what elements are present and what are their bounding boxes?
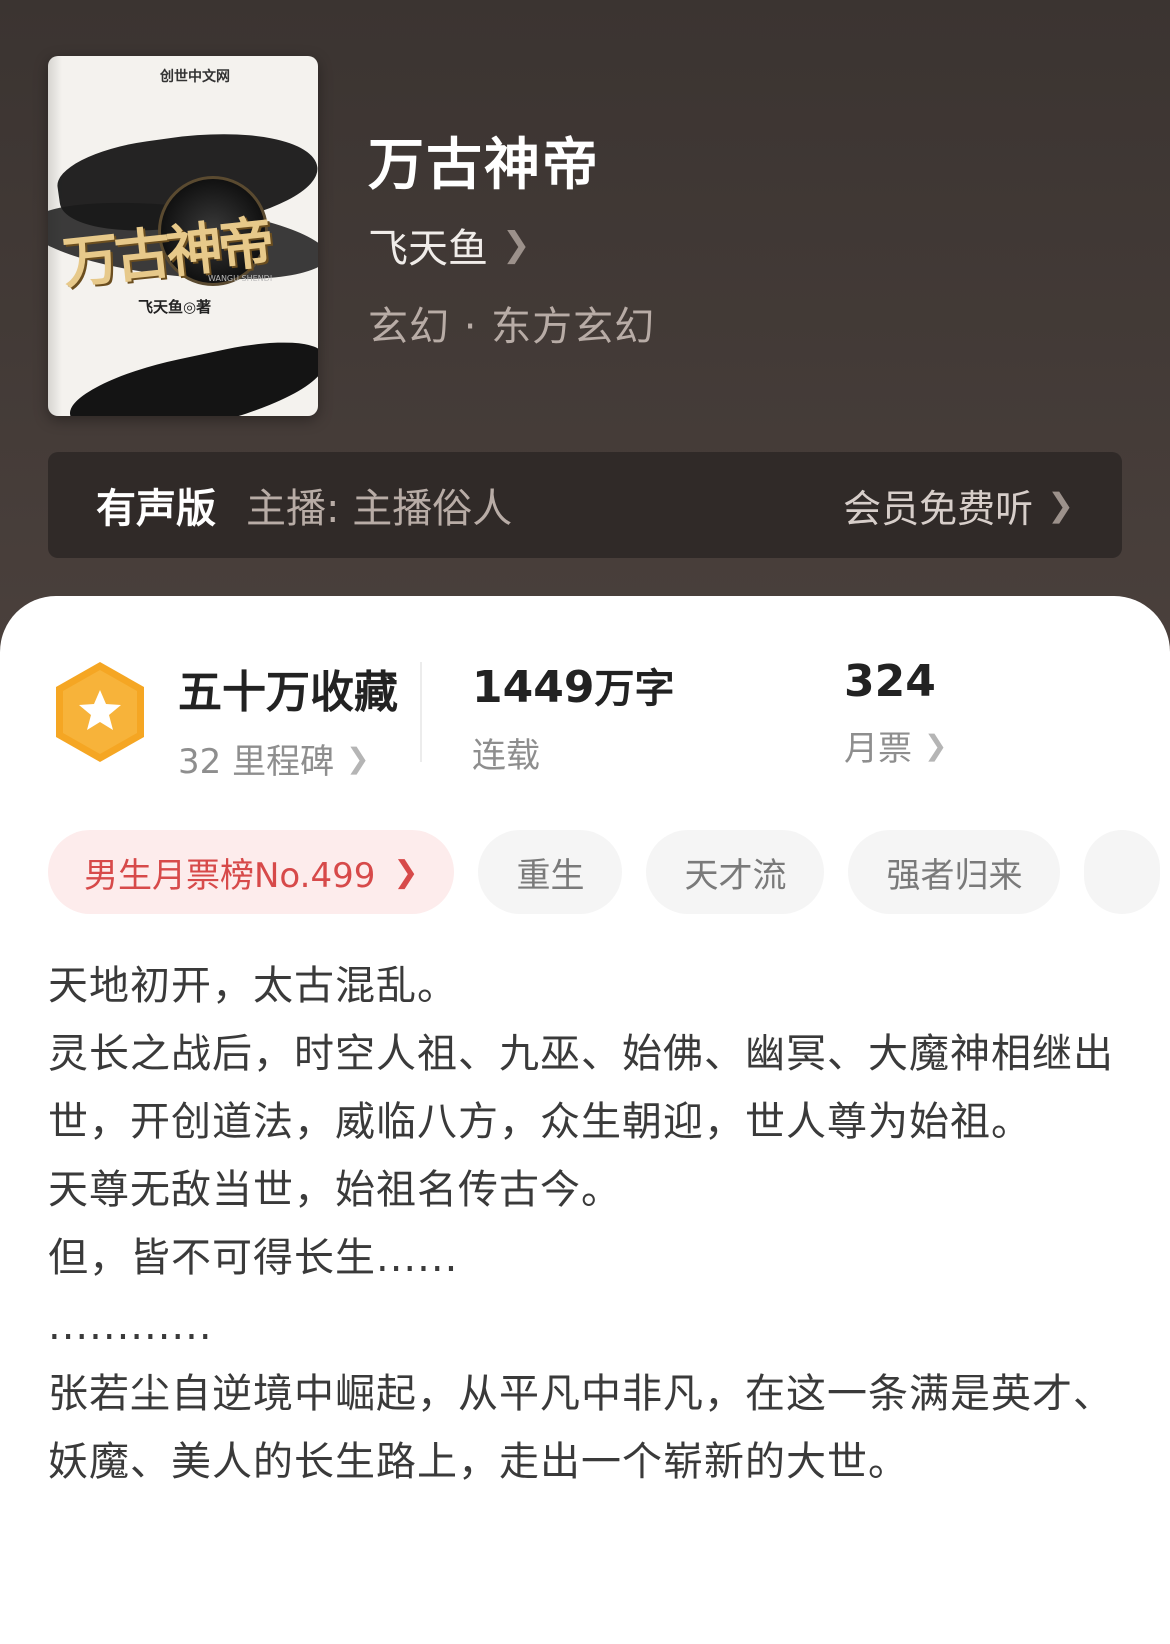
milestone-label: 32 里程碑 [178, 742, 335, 782]
chevron-right-icon: ❯ [502, 225, 531, 265]
tag-chip[interactable]: 重生 [478, 830, 623, 914]
star-badge-icon [56, 662, 144, 762]
description-line: 但，皆不可得长生...... [48, 1235, 459, 1281]
author-link[interactable]: 飞天鱼 ❯ [368, 216, 531, 274]
book-description: 天地初开，太古混乱。 灵长之战后，时空人祖、九巫、始佛、幽冥、大魔神相继出世，开… [48, 952, 1128, 1496]
stats-row: 五十万收藏 32 里程碑 ❯ 1449万字 连载 324 月票 ❯ [52, 656, 1132, 782]
book-genre: 玄幻 · 东方玄幻 [368, 304, 656, 350]
stats-divider [420, 662, 422, 762]
cover-brush-stroke [63, 329, 318, 416]
word-count: 1449万字 [472, 656, 674, 714]
rank-tag-label: 男生月票榜No.499 [84, 855, 376, 896]
chevron-right-icon: ❯ [1047, 486, 1074, 524]
chevron-right-icon: ❯ [393, 854, 419, 890]
tag-chip[interactable]: 强者归来 [848, 830, 1061, 914]
word-count-stat: 1449万字 连载 [472, 656, 674, 777]
monthly-ticket-link[interactable]: 月票 ❯ [844, 721, 947, 770]
serial-status: 连载 [472, 736, 540, 776]
word-count-unit: 万字 [594, 666, 675, 712]
description-line: ............ [48, 1303, 213, 1349]
monthly-ticket-label: 月票 [844, 729, 912, 769]
description-line: 天尊无敌当世，始祖名传古今。 [48, 1167, 622, 1213]
chevron-right-icon: ❯ [346, 742, 370, 775]
tag-chip-partial[interactable] [1084, 830, 1161, 914]
rank-tag[interactable]: 男生月票榜No.499 ❯ [48, 830, 455, 914]
member-free-listen-label: 会员免费听 [843, 486, 1034, 531]
audio-anchor: 主播: 主播俗人 [246, 486, 513, 532]
cover-author: 飞天鱼◎著 [138, 298, 212, 316]
monthly-ticket-count: 324 [844, 656, 936, 707]
tag-list: 男生月票榜No.499 ❯ 重生 天才流 强者归来 [48, 830, 1170, 916]
tag-chip[interactable]: 天才流 [646, 830, 825, 914]
member-free-listen-button[interactable]: 会员免费听 ❯ [843, 478, 1074, 533]
description-line: 张若尘自逆境中崛起，从平凡中非凡，在这一条满是英才、妖魔、美人的长生路上，走出一… [48, 1371, 1114, 1485]
book-cover[interactable]: 创世中文网 万古神帝 WANGU SHENDI 飞天鱼◎著 [48, 56, 318, 416]
monthly-ticket-stat[interactable]: 324 月票 ❯ [844, 656, 947, 770]
collect-title: 五十万收藏 [178, 667, 398, 718]
cover-pinyin: WANGU SHENDI [208, 274, 273, 283]
detail-card: 五十万收藏 32 里程碑 ❯ 1449万字 连载 324 月票 ❯ 男生月票榜N… [0, 596, 1170, 1644]
author-name: 飞天鱼 [368, 226, 488, 272]
audio-label: 有声版 [96, 486, 216, 532]
book-detail-page: 创世中文网 万古神帝 WANGU SHENDI 飞天鱼◎著 万古神帝 飞天鱼 ❯… [0, 0, 1170, 1644]
description-line: 天地初开，太古混乱。 [48, 963, 458, 1009]
milestone-link[interactable]: 32 里程碑 ❯ [178, 734, 398, 783]
audio-version-bar[interactable]: 有声版 主播: 主播俗人 会员免费听 ❯ [48, 452, 1122, 558]
chevron-right-icon: ❯ [924, 729, 948, 762]
description-line: 灵长之战后，时空人祖、九巫、始佛、幽冥、大魔神相继出世，开创道法，威临八方，众生… [48, 1031, 1114, 1145]
publisher-logo: 创世中文网 [160, 69, 230, 85]
book-title: 万古神帝 [368, 133, 600, 198]
word-count-number: 1449 [472, 662, 595, 713]
collect-stat[interactable]: 五十万收藏 32 里程碑 ❯ [178, 656, 398, 783]
